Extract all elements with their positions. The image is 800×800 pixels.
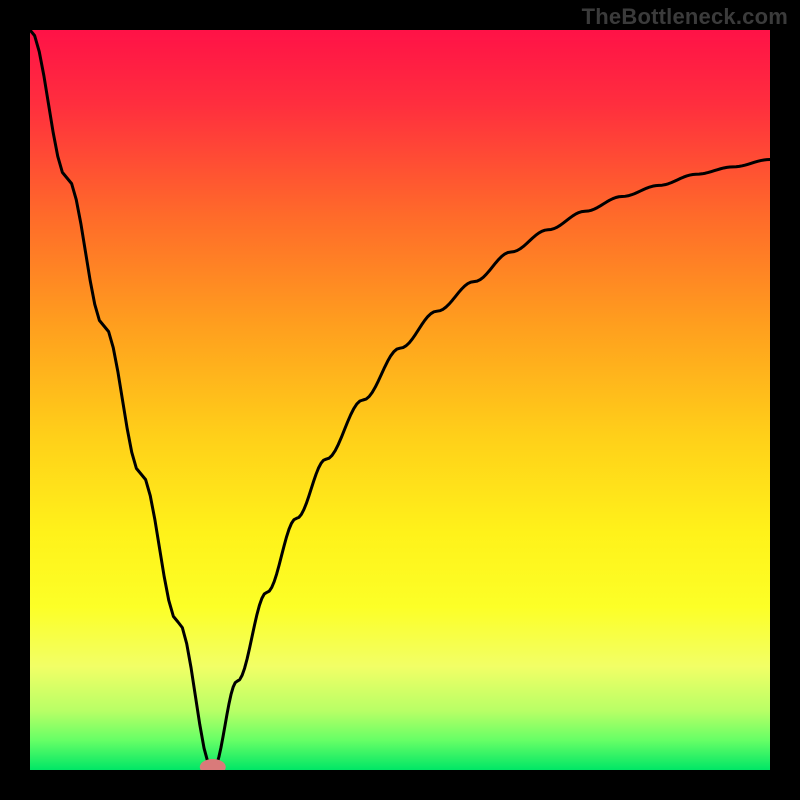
gradient-background [30,30,770,770]
watermark-text: TheBottleneck.com [582,4,788,30]
chart-frame: TheBottleneck.com [0,0,800,800]
plot-area [30,30,770,770]
chart-svg [30,30,770,770]
